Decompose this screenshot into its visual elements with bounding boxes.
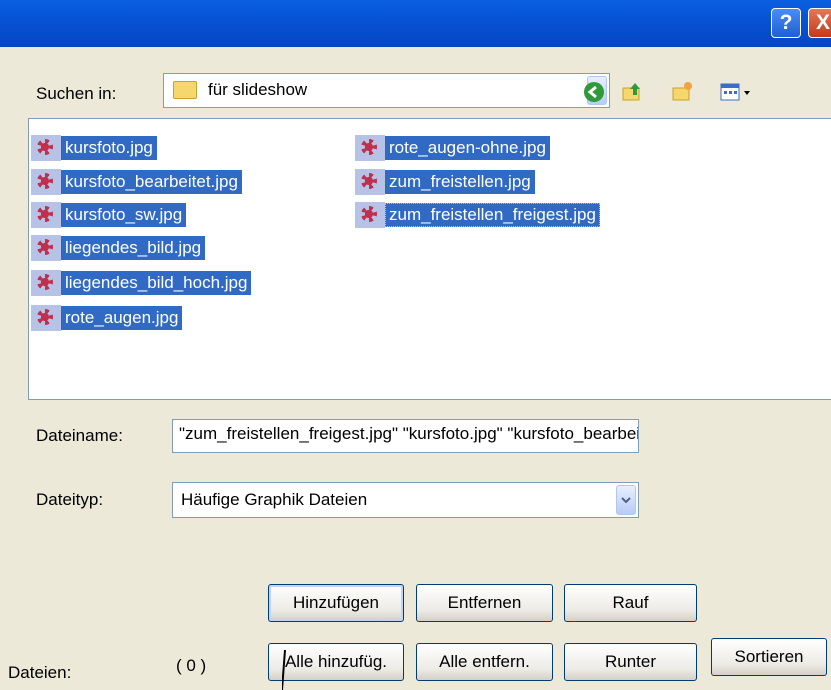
- down-button[interactable]: Runter: [564, 643, 697, 681]
- file-name: zum_freistellen.jpg: [385, 170, 535, 194]
- file-name: kursfoto_sw.jpg: [61, 203, 187, 227]
- files-count-label: Dateien:: [8, 663, 72, 682]
- up-folder-icon[interactable]: [621, 81, 643, 103]
- image-file-icon: [31, 270, 61, 296]
- filename-label: Dateiname:: [36, 426, 123, 445]
- list-item[interactable]: kursfoto.jpg: [31, 135, 157, 161]
- image-file-icon: [31, 202, 61, 228]
- filename-input[interactable]: "zum_freistellen_freigest.jpg" "kursfoto…: [172, 419, 639, 453]
- file-name: kursfoto.jpg: [61, 136, 157, 160]
- list-item[interactable]: rote_augen-ohne.jpg: [355, 135, 550, 161]
- add-button[interactable]: Hinzufügen: [268, 584, 404, 622]
- view-menu-icon[interactable]: [719, 81, 759, 103]
- back-icon[interactable]: [583, 81, 605, 103]
- list-item[interactable]: kursfoto_bearbeitet.jpg: [31, 169, 242, 195]
- title-bar: ? X: [0, 0, 831, 47]
- mouse-pointer-icon: [282, 650, 286, 690]
- image-file-icon: [355, 169, 385, 195]
- filetype-label: Dateityp:: [36, 490, 104, 509]
- lookin-dropdown[interactable]: für slideshow: [163, 73, 610, 108]
- image-file-icon: [31, 135, 61, 161]
- list-item[interactable]: rote_augen.jpg: [31, 305, 183, 331]
- chevron-down-icon[interactable]: [616, 485, 636, 515]
- new-folder-icon[interactable]: [671, 81, 693, 103]
- lookin-value: für slideshow: [208, 80, 308, 99]
- file-name: rote_augen.jpg: [61, 306, 183, 330]
- remove-all-button[interactable]: Alle entfern.: [416, 643, 553, 681]
- up-button[interactable]: Rauf: [564, 584, 697, 622]
- file-name: liegendes_bild.jpg: [61, 236, 206, 260]
- close-button[interactable]: X: [808, 8, 831, 38]
- list-item[interactable]: zum_freistellen.jpg: [355, 169, 535, 195]
- image-file-icon: [355, 135, 385, 161]
- file-name: rote_augen-ohne.jpg: [385, 136, 550, 160]
- lookin-label: Suchen in:: [36, 84, 117, 103]
- image-file-icon: [31, 305, 61, 331]
- file-list[interactable]: kursfoto.jpg kursfoto_bearbeitet.jpg kur…: [28, 118, 831, 400]
- file-name: liegendes_bild_hoch.jpg: [61, 271, 252, 295]
- sort-button[interactable]: Sortieren: [711, 638, 827, 676]
- filetype-value: Häufige Graphik Dateien: [181, 490, 368, 509]
- list-item[interactable]: zum_freistellen_freigest.jpg: [355, 202, 600, 228]
- list-item[interactable]: kursfoto_sw.jpg: [31, 202, 187, 228]
- folder-icon: [173, 81, 197, 99]
- file-name: kursfoto_bearbeitet.jpg: [61, 170, 242, 194]
- file-name: zum_freistellen_freigest.jpg: [385, 203, 600, 227]
- filetype-dropdown[interactable]: Häufige Graphik Dateien: [172, 482, 639, 518]
- add-all-button[interactable]: Alle hinzufüg.: [268, 643, 404, 681]
- help-button[interactable]: ?: [771, 8, 801, 38]
- remove-button[interactable]: Entfernen: [416, 584, 553, 622]
- files-count-value: ( 0 ): [176, 656, 207, 675]
- list-item[interactable]: liegendes_bild.jpg: [31, 235, 206, 261]
- image-file-icon: [31, 235, 61, 261]
- image-file-icon: [355, 202, 385, 228]
- list-item[interactable]: liegendes_bild_hoch.jpg: [31, 270, 252, 296]
- image-file-icon: [31, 169, 61, 195]
